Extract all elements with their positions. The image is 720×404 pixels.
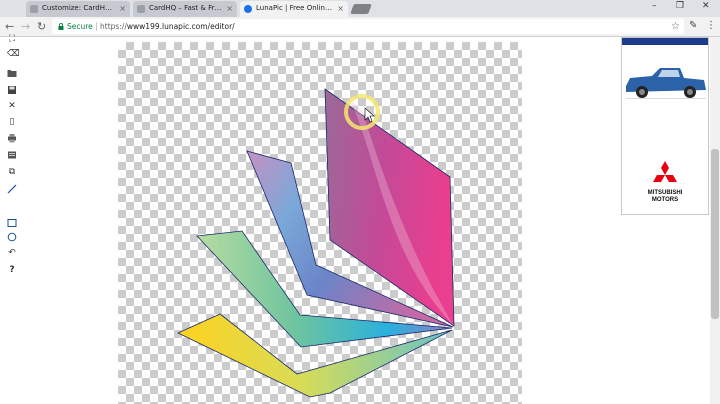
close-image-icon[interactable]: ✕ xyxy=(7,101,17,111)
print-icon[interactable] xyxy=(7,133,17,143)
new-document-icon[interactable]: ▯ xyxy=(7,117,17,127)
tab-customize-cardhq[interactable]: Customize: CardHQ – Fa × xyxy=(26,1,130,17)
ellipse-tool-icon[interactable] xyxy=(7,232,17,242)
tab-close-icon[interactable]: × xyxy=(119,1,126,16)
ad-panel: MITSUBISHI MOTORS xyxy=(620,37,710,404)
tab-close-icon[interactable]: × xyxy=(226,1,233,16)
back-icon[interactable]: ← xyxy=(5,20,14,34)
tab-lunapic[interactable]: LunaPic | Free Online Ph × xyxy=(240,1,348,17)
browser-tab-strip: Customize: CardHQ – Fa × CardHQ – Fast &… xyxy=(0,0,720,17)
tab-close-icon[interactable]: × xyxy=(337,1,344,16)
mitsubishi-logo xyxy=(653,161,677,182)
url-host: www199.lunapic.com/editor/ xyxy=(126,22,235,31)
secure-label: Secure xyxy=(67,22,93,31)
editor-toolbar: ⛶ ⌫ ✕ ▯ ⧉ ↶ ? xyxy=(0,34,24,404)
lock-icon xyxy=(58,23,64,30)
tab-title: LunaPic | Free Online Ph xyxy=(256,4,334,12)
address-separator xyxy=(96,22,97,31)
tab-cardhq[interactable]: CardHQ – Fast & Free Bu × xyxy=(133,1,237,17)
pickup-truck-image xyxy=(626,68,706,99)
scrollbar-thumb[interactable] xyxy=(711,149,719,319)
tab-favicon-icon xyxy=(137,5,145,13)
help-icon[interactable]: ? xyxy=(7,265,17,275)
browser-menu-icon[interactable]: ⋮ xyxy=(706,20,716,31)
extension-pen-icon[interactable]: ✎ xyxy=(689,20,697,31)
line-tool-icon[interactable] xyxy=(7,184,17,194)
eraser-tool-icon[interactable]: ⌫ xyxy=(7,49,20,59)
minimize-icon[interactable]: – xyxy=(652,1,657,11)
tab-favicon-icon xyxy=(244,5,252,13)
restore-icon[interactable]: ❐ xyxy=(676,1,684,11)
ad-brand-text: MITSUBISHI MOTORS xyxy=(622,190,708,204)
ad-top-bar xyxy=(622,38,708,45)
forward-icon[interactable]: → xyxy=(21,20,30,34)
layers-icon[interactable] xyxy=(7,150,17,160)
tab-title: Customize: CardHQ – Fa xyxy=(42,4,116,12)
address-bar[interactable]: Secure https://www199.lunapic.com/editor… xyxy=(52,19,684,34)
open-icon[interactable] xyxy=(7,68,17,78)
url-scheme: https:// xyxy=(100,22,127,31)
tab-title: CardHQ – Fast & Free Bu xyxy=(149,4,223,12)
copy-icon[interactable]: ⧉ xyxy=(7,167,17,177)
advertisement[interactable]: MITSUBISHI MOTORS xyxy=(621,37,709,215)
image-canvas[interactable] xyxy=(118,42,522,404)
reload-icon[interactable]: ↻ xyxy=(37,20,46,34)
bookmark-star-icon[interactable]: ☆ xyxy=(671,19,680,34)
page-scrollbar[interactable] xyxy=(710,37,720,404)
new-tab-icon[interactable] xyxy=(350,4,372,14)
browser-toolbar: ← → ↻ Secure https://www199.lunapic.com/… xyxy=(0,17,720,37)
window-close-icon[interactable]: ✕ xyxy=(702,1,710,11)
tab-favicon-icon xyxy=(30,5,38,13)
crop-tool-icon[interactable]: ⛶ xyxy=(7,34,17,44)
undo-icon[interactable]: ↶ xyxy=(7,248,17,258)
ad-brand-line2: MOTORS xyxy=(651,197,679,203)
ad-brand-line1: MITSUBISHI xyxy=(647,190,683,196)
url-text[interactable]: https://www199.lunapic.com/editor/ xyxy=(100,19,235,34)
save-icon[interactable] xyxy=(7,85,17,95)
rectangle-tool-icon[interactable] xyxy=(7,218,17,228)
